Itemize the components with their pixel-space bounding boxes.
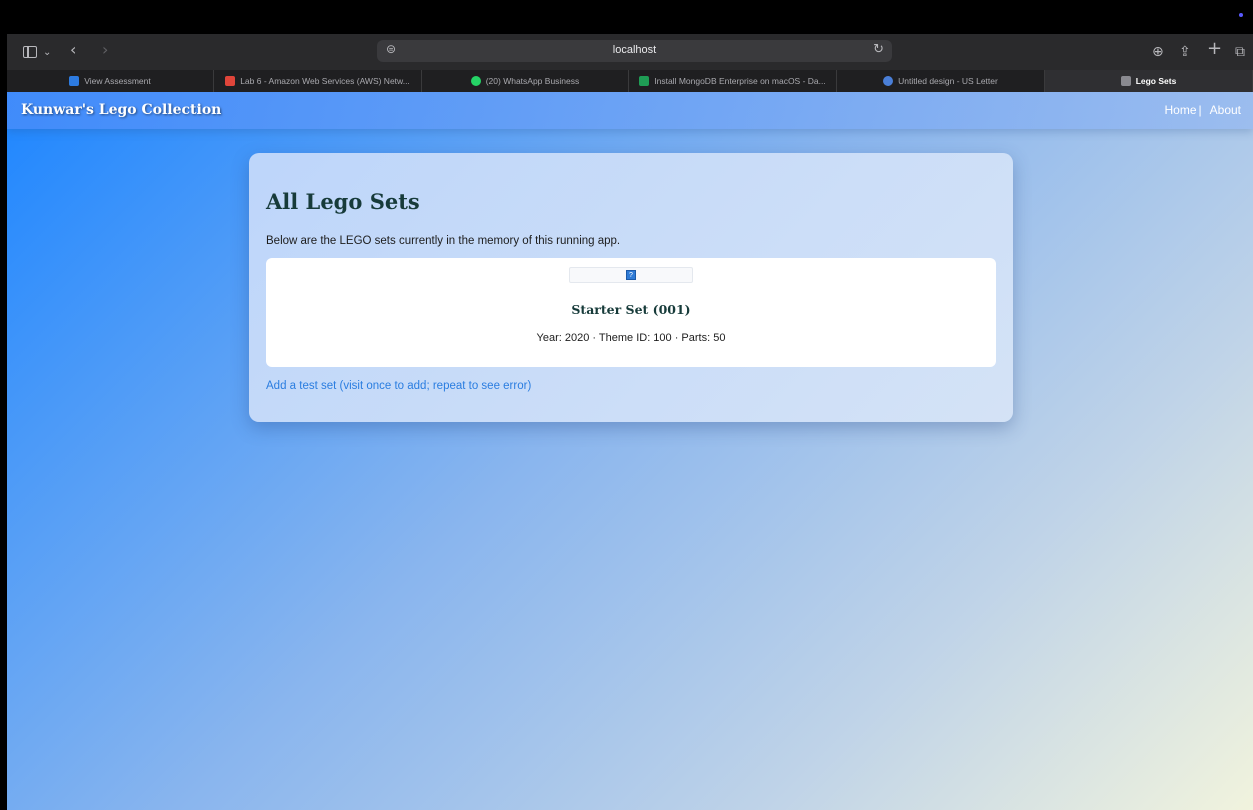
reload-icon[interactable]: ↻: [873, 42, 884, 57]
tab-overview-icon[interactable]: ⧉: [1235, 43, 1245, 61]
page-title: All Lego Sets: [266, 189, 420, 214]
broken-image-icon: ?: [626, 270, 636, 280]
tab-label: Install MongoDB Enterprise on macOS - Da…: [654, 76, 826, 86]
address-bar[interactable]: ⊜ localhost ↻: [377, 40, 892, 62]
new-tab-icon[interactable]: +: [1207, 40, 1222, 58]
screen-left-bezel: [0, 34, 7, 810]
page-viewport: Kunwar's Lego Collection Home | About Al…: [7, 92, 1253, 810]
sidebar-toggle-icon[interactable]: [23, 46, 37, 58]
tab-label: View Assessment: [84, 76, 151, 86]
downloads-icon[interactable]: ⊕: [1152, 43, 1164, 61]
tab-label: (20) WhatsApp Business: [485, 76, 580, 86]
lego-sets-card: All Lego Sets Below are the LEGO sets cu…: [249, 153, 1013, 422]
tab-favicon-icon: [1120, 76, 1131, 86]
lego-set-item: ? Starter Set (001) Year: 2020 · Theme I…: [266, 258, 996, 367]
nav-about-link[interactable]: About: [1210, 103, 1241, 117]
set-details: Year: 2020 · Theme ID: 100 · Parts: 50: [536, 332, 726, 344]
tab-aws-lab[interactable]: Lab 6 - Amazon Web Services (AWS) Netw..…: [214, 70, 422, 92]
page-subtitle: Below are the LEGO sets currently in the…: [266, 235, 621, 247]
tab-favicon-icon: [639, 76, 650, 86]
tab-favicon-icon: [225, 76, 236, 86]
site-navbar: Kunwar's Lego Collection Home | About: [7, 92, 1253, 129]
browser-toolbar: ⌄ ‹ › ⊜ localhost ↻ ⊕ ⇪ + ⧉: [7, 34, 1253, 70]
nav-separator: |: [1198, 103, 1202, 117]
forward-icon[interactable]: ›: [102, 41, 108, 59]
url-text[interactable]: localhost: [377, 44, 892, 56]
tab-favicon-icon: [883, 76, 894, 86]
set-name: Starter Set (001): [571, 302, 691, 317]
nav-links: Home | About: [1165, 103, 1242, 117]
set-image: ?: [569, 267, 693, 283]
brand-title[interactable]: Kunwar's Lego Collection: [21, 102, 221, 118]
tab-lego-sets[interactable]: Lego Sets: [1045, 70, 1253, 92]
tab-favicon-icon: [69, 76, 80, 86]
share-icon[interactable]: ⇪: [1179, 43, 1191, 61]
tab-label: Untitled design - US Letter: [898, 76, 998, 86]
tab-label: Lego Sets: [1135, 76, 1177, 86]
chevron-down-icon[interactable]: ⌄: [43, 44, 51, 62]
nav-home-link[interactable]: Home: [1165, 103, 1197, 117]
back-icon[interactable]: ‹: [70, 41, 76, 59]
tab-strip: View Assessment Lab 6 - Amazon Web Servi…: [7, 70, 1253, 92]
tab-view-assessment[interactable]: View Assessment: [7, 70, 214, 92]
tab-favicon-icon: [470, 76, 481, 86]
tab-mongodb[interactable]: Install MongoDB Enterprise on macOS - Da…: [629, 70, 837, 92]
tab-whatsapp[interactable]: (20) WhatsApp Business: [422, 70, 629, 92]
add-test-set-link[interactable]: Add a test set (visit once to add; repea…: [266, 380, 531, 392]
tab-untitled-design[interactable]: Untitled design - US Letter: [837, 70, 1045, 92]
camera-indicator-icon: [1239, 13, 1243, 17]
tab-label: Lab 6 - Amazon Web Services (AWS) Netw..…: [240, 76, 410, 86]
screen-top-bezel: [0, 0, 1253, 34]
